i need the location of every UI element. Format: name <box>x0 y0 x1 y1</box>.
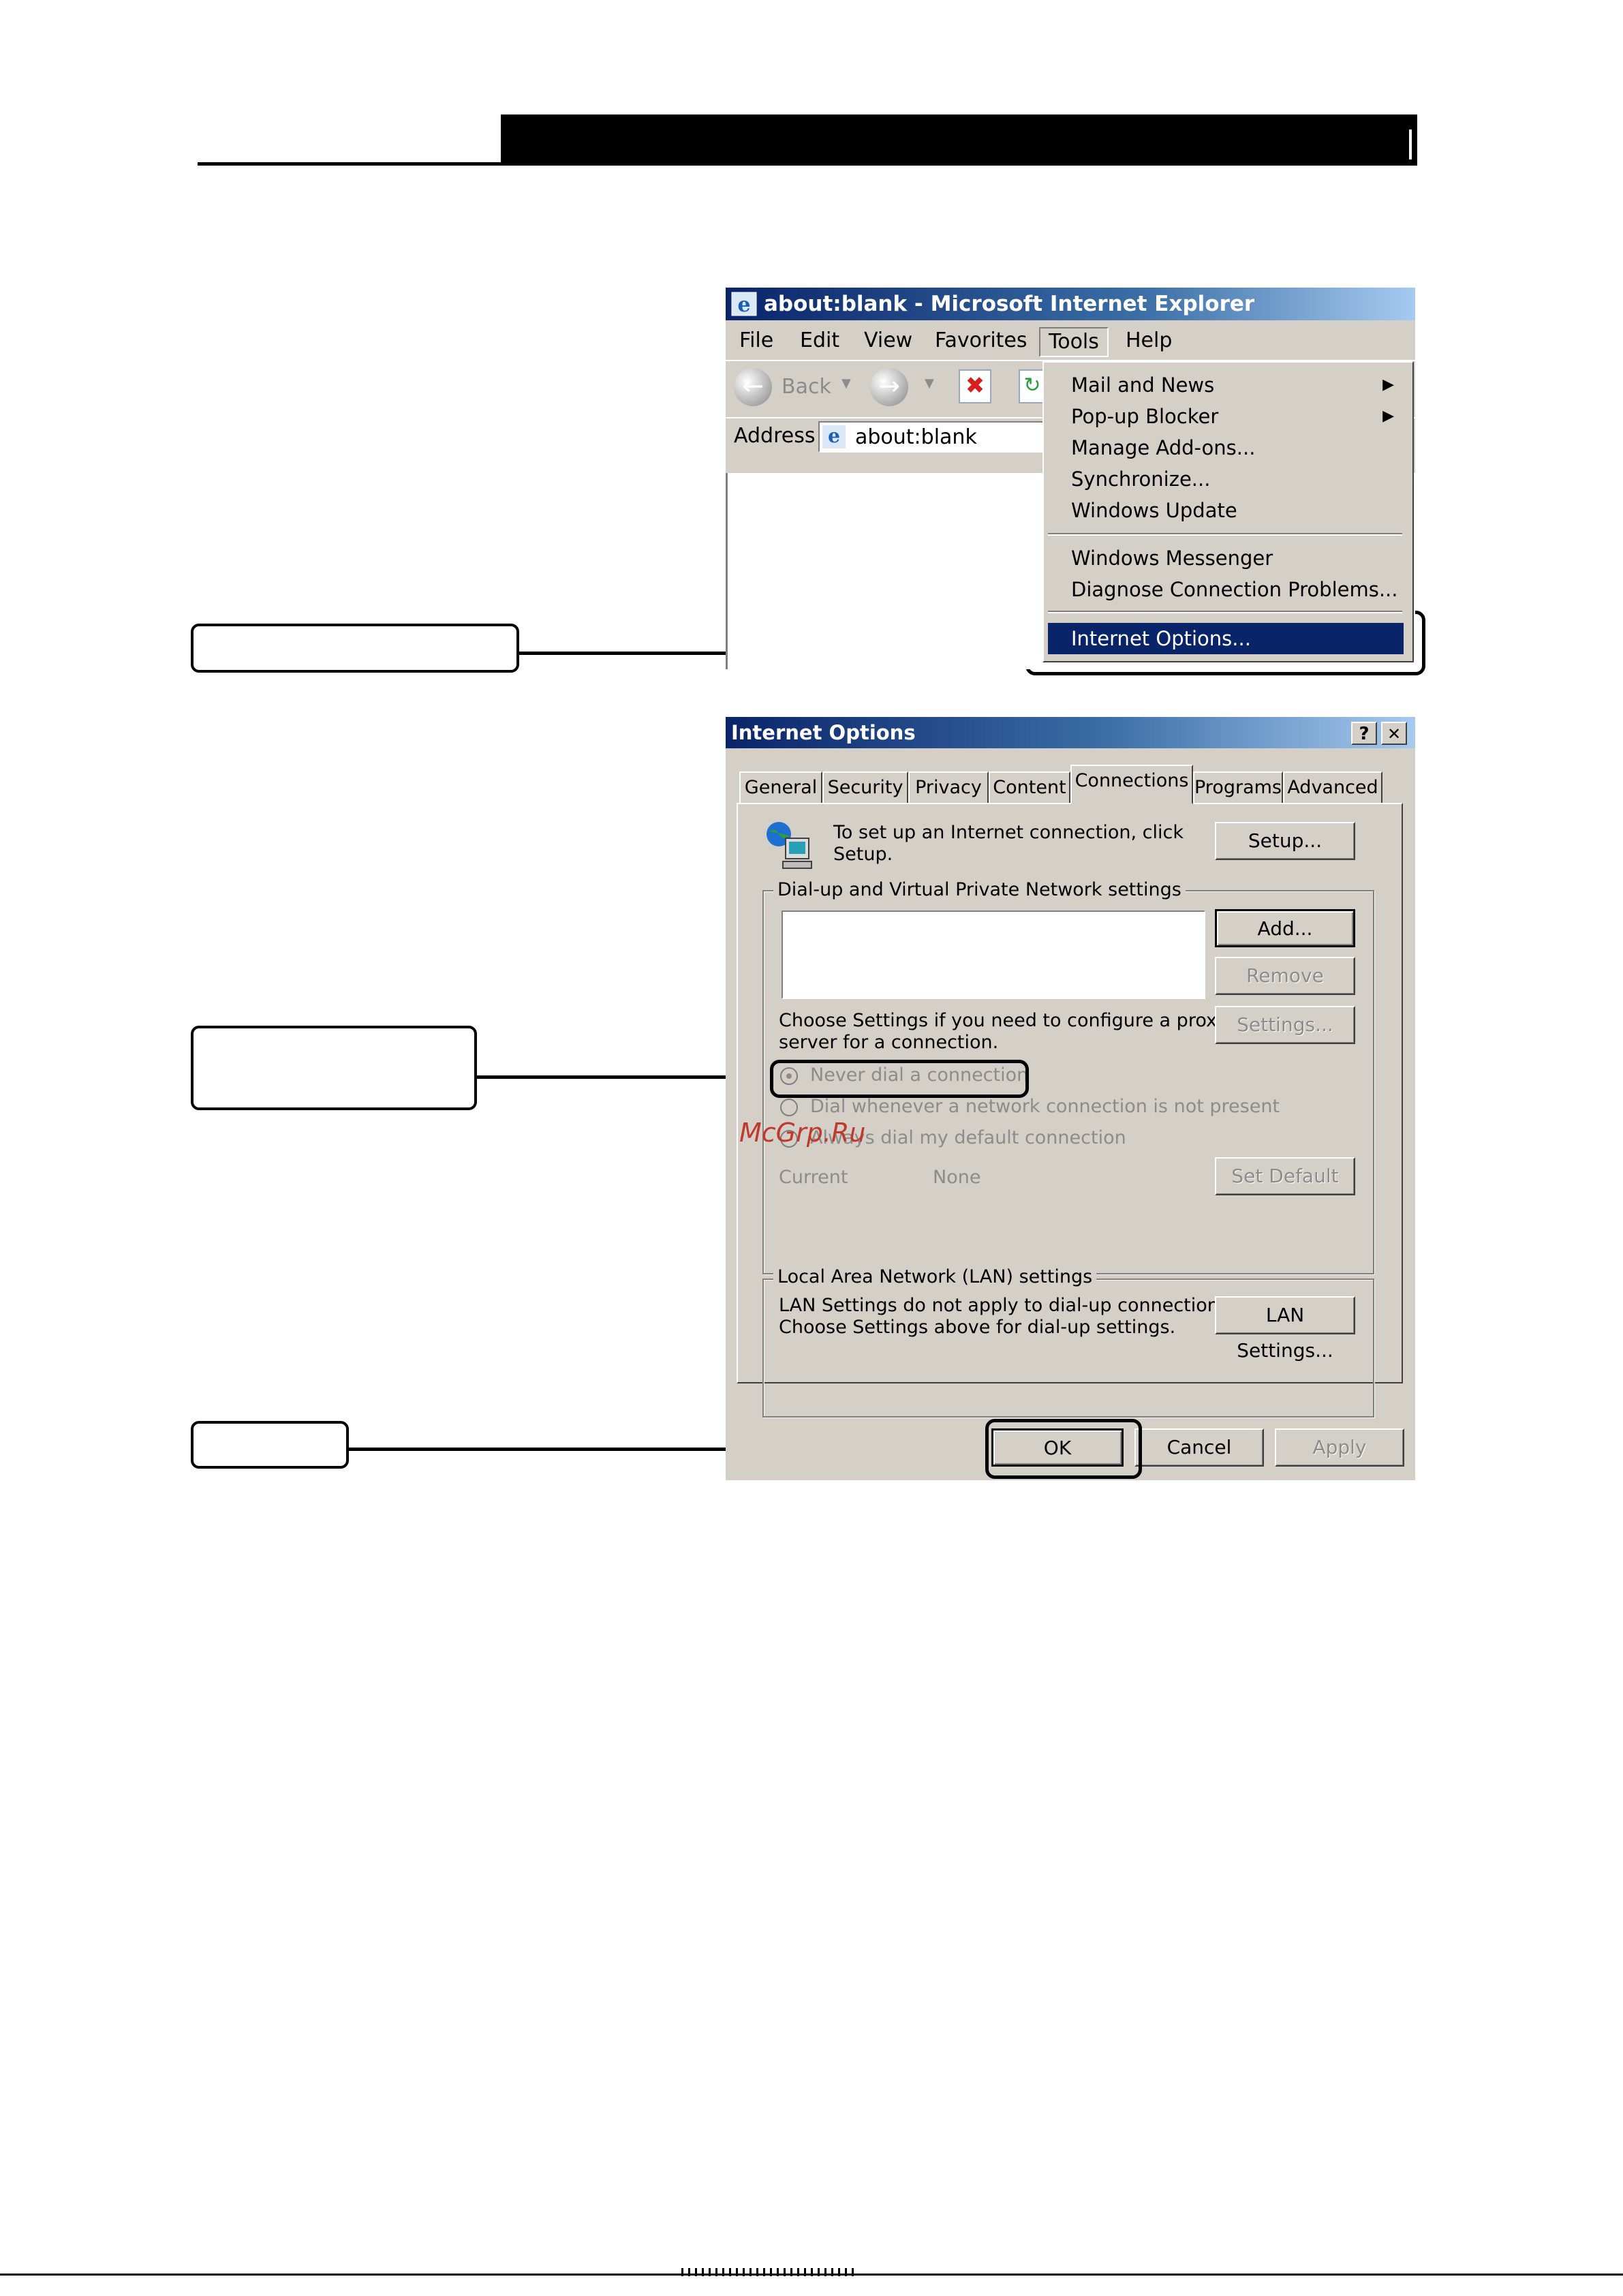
footer-marks <box>681 2268 859 2276</box>
tab-programs[interactable]: Programs <box>1193 771 1283 803</box>
dialup-group-label: Dial-up and Virtual Private Network sett… <box>773 879 1186 901</box>
callout-box-1 <box>191 624 519 673</box>
lan-settings-button[interactable]: LAN Settings... <box>1215 1296 1355 1362</box>
close-button[interactable]: ✕ <box>1381 722 1407 745</box>
current-label: Current <box>779 1167 848 1188</box>
highlight-ok-button <box>985 1419 1142 1479</box>
callout-box-3 <box>191 1421 349 1469</box>
forward-icon[interactable]: → <box>870 368 908 406</box>
menu-item-synchronize[interactable]: Synchronize... <box>1044 463 1405 495</box>
header-tick <box>1409 129 1412 159</box>
forward-dropdown-icon[interactable]: ▼ <box>925 376 934 391</box>
menu-favorites[interactable]: Favorites <box>927 327 1036 354</box>
setup-text-2: Setup. <box>833 844 893 865</box>
tab-connections[interactable]: Connections <box>1070 765 1193 804</box>
back-label[interactable]: Back <box>782 375 831 399</box>
menu-separator <box>1048 533 1402 536</box>
menu-item-windows-update[interactable]: Windows Update <box>1044 495 1405 526</box>
lan-group-label: Local Area Network (LAN) settings <box>773 1266 1097 1288</box>
page-icon: e <box>822 425 846 448</box>
tab-privacy[interactable]: Privacy <box>908 771 989 803</box>
watermark: McGrp.Ru <box>739 1118 866 1148</box>
address-label: Address <box>734 424 816 448</box>
submenu-arrow-icon: ▶ <box>1382 376 1394 393</box>
tab-advanced[interactable]: Advanced <box>1283 771 1382 803</box>
menu-item-label: Mail and News <box>1071 373 1215 397</box>
back-icon[interactable]: ← <box>734 368 772 406</box>
submenu-arrow-icon: ▶ <box>1382 408 1394 425</box>
network-setup-icon <box>767 822 812 869</box>
dialog-title: Internet Options <box>731 721 916 744</box>
address-value: about:blank <box>855 425 977 449</box>
svg-text:e: e <box>737 293 750 316</box>
header-rule <box>198 162 1417 166</box>
ie-menu-bar: File Edit View Favorites Tools Help <box>726 320 1415 361</box>
menu-item-mail-and-news[interactable]: Mail and News ▶ <box>1044 369 1405 401</box>
internet-options-dialog: Internet Options ? ✕ General Security Pr… <box>726 717 1415 1480</box>
apply-button[interactable]: Apply <box>1275 1428 1404 1467</box>
settings-text-2: server for a connection. <box>779 1032 999 1053</box>
tab-content[interactable]: Content <box>989 771 1070 803</box>
tab-general[interactable]: General <box>739 771 822 803</box>
ie-title-bar[interactable]: about:blank - Microsoft Internet Explore… <box>726 288 1415 320</box>
menu-item-label: Internet Options... <box>1071 627 1251 650</box>
address-input[interactable]: e about:blank <box>818 421 1064 453</box>
menu-file[interactable]: File <box>731 327 782 354</box>
highlight-never-dial <box>770 1060 1029 1098</box>
dialog-title-bar[interactable]: Internet Options <box>726 717 1415 748</box>
lan-text-2: Choose Settings above for dial-up settin… <box>779 1317 1176 1338</box>
menu-edit[interactable]: Edit <box>792 327 848 354</box>
remove-button[interactable]: Remove <box>1215 957 1355 995</box>
set-default-button[interactable]: Set Default <box>1215 1157 1355 1195</box>
menu-item-popup-blocker[interactable]: Pop-up Blocker ▶ <box>1044 401 1405 432</box>
menu-item-diagnose[interactable]: Diagnose Connection Problems... <box>1044 574 1405 605</box>
menu-item-label: Manage Add-ons... <box>1071 436 1256 459</box>
menu-help[interactable]: Help <box>1117 327 1180 354</box>
radio-dial-whenever-label[interactable]: Dial whenever a network connection is no… <box>810 1096 1280 1118</box>
tab-security[interactable]: Security <box>822 771 908 803</box>
menu-item-label: Windows Messenger <box>1071 547 1273 570</box>
current-value: None <box>933 1167 981 1188</box>
callout-box-2 <box>191 1026 477 1110</box>
menu-item-label: Diagnose Connection Problems... <box>1071 578 1398 601</box>
menu-item-label: Windows Update <box>1071 499 1237 522</box>
settings-button[interactable]: Settings... <box>1215 1006 1355 1044</box>
menu-item-manage-addons[interactable]: Manage Add-ons... <box>1044 432 1405 463</box>
ie-logo-icon: e <box>731 292 757 316</box>
setup-button[interactable]: Setup... <box>1215 822 1355 860</box>
connections-listbox[interactable] <box>782 910 1205 999</box>
lan-text-1: LAN Settings do not apply to dial-up con… <box>779 1295 1235 1316</box>
menu-item-label: Pop-up Blocker <box>1071 405 1219 428</box>
menu-tools[interactable]: Tools <box>1039 327 1109 357</box>
settings-text-1: Choose Settings if you need to configure… <box>779 1010 1228 1031</box>
header-bar <box>501 114 1417 165</box>
back-dropdown-icon[interactable]: ▼ <box>841 376 851 391</box>
menu-item-internet-options[interactable]: Internet Options... <box>1048 623 1404 654</box>
menu-item-windows-messenger[interactable]: Windows Messenger <box>1044 542 1405 574</box>
menu-item-label: Synchronize... <box>1071 468 1211 491</box>
setup-text-1: To set up an Internet connection, click <box>833 822 1184 843</box>
help-button[interactable]: ? <box>1351 722 1377 745</box>
add-button[interactable]: Add... <box>1215 909 1355 947</box>
refresh-icon[interactable]: ↻ <box>1019 369 1046 403</box>
radio-dial-whenever[interactable] <box>780 1099 798 1116</box>
tools-menu: Mail and News ▶ Pop-up Blocker ▶ Manage … <box>1042 361 1414 662</box>
menu-separator <box>1048 611 1402 613</box>
cancel-button[interactable]: Cancel <box>1134 1428 1264 1467</box>
stop-icon[interactable]: ✖ <box>959 369 991 403</box>
menu-view[interactable]: View <box>856 327 921 354</box>
